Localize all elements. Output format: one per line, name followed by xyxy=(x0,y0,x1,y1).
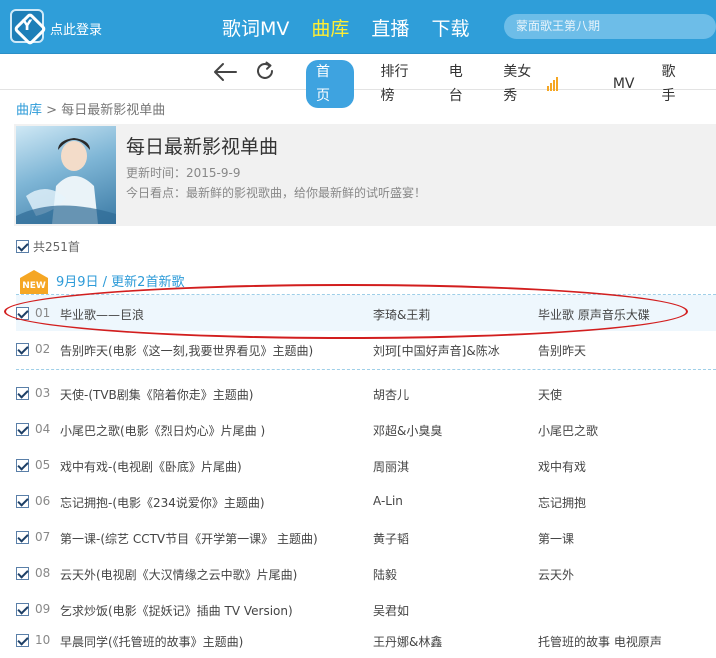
group-heading: 9月9日 / 更新2首新歌 xyxy=(56,275,185,290)
song-artist[interactable]: 周丽淇 xyxy=(373,458,409,475)
nav-download[interactable]: 下载 xyxy=(431,14,469,41)
row-checkbox[interactable] xyxy=(16,530,29,544)
login-link[interactable]: 点此登录 xyxy=(50,19,102,38)
row-checkbox[interactable] xyxy=(16,494,29,508)
nav-library[interactable]: 曲库 xyxy=(311,14,349,41)
select-all-checkbox[interactable] xyxy=(16,240,29,253)
song-artist[interactable]: 吴君如 xyxy=(373,602,409,619)
table-row[interactable]: 01 毕业歌——巨浪 李琦&王莉 毕业歌 原声音乐大碟 xyxy=(16,295,716,331)
row-checkbox[interactable] xyxy=(16,386,29,400)
row-checkbox[interactable] xyxy=(16,422,29,436)
tab-charts[interactable]: 排行榜 xyxy=(381,60,422,108)
sub-nav: 首页 排行榜 电台 美女秀 MV 歌手 xyxy=(0,54,716,108)
divider xyxy=(16,369,716,370)
song-album[interactable]: 托管班的故事 电视原声 xyxy=(538,633,662,650)
table-row[interactable]: 06 忘记拥抱-(电影《234说爱你》主题曲) A-Lin 忘记拥抱 xyxy=(16,483,716,519)
song-artist[interactable]: 黄子韬 xyxy=(373,530,409,547)
song-artist[interactable]: 邓超&小臭臭 xyxy=(373,422,442,439)
song-artist[interactable]: 陆毅 xyxy=(373,566,397,583)
tab-mv[interactable]: MV xyxy=(613,60,635,108)
row-number: 04 xyxy=(35,422,51,436)
table-row[interactable]: 07 第一课-(综艺 CCTV节目《开学第一课》 主题曲) 黄子韬 第一课 xyxy=(16,519,716,555)
table-row[interactable]: 08 云天外(电视剧《大汉情缘之云中歌》片尾曲) 陆毅 云天外 xyxy=(16,555,716,591)
playlist-description: 今日看点：最新鲜的影视歌曲，给你最新鲜的试听盛宴！ xyxy=(126,186,427,200)
row-number: 01 xyxy=(35,306,51,320)
song-title[interactable]: 第一课-(综艺 CCTV节目《开学第一课》 主题曲) xyxy=(60,530,318,547)
tab-home[interactable]: 首页 xyxy=(306,60,354,108)
table-row[interactable]: 04 小尾巴之歌(电影《烈日灼心》片尾曲 ) 邓超&小臭臭 小尾巴之歌 xyxy=(16,411,716,447)
tab-beauty-show[interactable]: 美女秀 xyxy=(503,60,586,108)
song-artist[interactable]: 刘珂[中国好声音]&陈冰 xyxy=(373,342,500,359)
nav-lyrics-mv[interactable]: 歌词MV xyxy=(222,14,289,41)
row-number: 02 xyxy=(35,342,51,356)
song-count: 共251首 xyxy=(33,240,80,254)
playlist-header: 每日最新影视单曲 更新时间：2015-9-9 今日看点：最新鲜的影视歌曲，给你最… xyxy=(14,124,716,226)
top-bar: 点此登录 歌词MV 曲库 直播 下载 蒙面歌王第八期 xyxy=(0,0,716,54)
song-album[interactable]: 第一课 xyxy=(538,530,574,547)
tab-beauty-show-label: 美女秀 xyxy=(503,64,532,104)
tab-singers[interactable]: 歌手 xyxy=(661,60,689,108)
row-number: 08 xyxy=(35,566,51,580)
row-number: 10 xyxy=(35,633,51,647)
song-album[interactable]: 毕业歌 原声音乐大碟 xyxy=(538,306,650,323)
song-title[interactable]: 天使-(TVB剧集《陪着你走》主题曲) xyxy=(60,386,253,403)
row-number: 03 xyxy=(35,386,51,400)
row-checkbox[interactable] xyxy=(16,566,29,580)
table-row[interactable]: 03 天使-(TVB剧集《陪着你走》主题曲) 胡杏儿 天使 xyxy=(16,375,716,411)
song-artist[interactable]: 李琦&王莉 xyxy=(373,306,430,323)
song-artist[interactable]: 胡杏儿 xyxy=(373,386,409,403)
sub-tabs: 首页 排行榜 电台 美女秀 MV 歌手 xyxy=(306,60,716,108)
page-title: 每日最新影视单曲 xyxy=(126,136,279,158)
song-title[interactable]: 小尾巴之歌(电影《烈日灼心》片尾曲 ) xyxy=(60,422,265,439)
back-arrow-icon[interactable] xyxy=(212,62,238,82)
row-number: 07 xyxy=(35,530,51,544)
song-album[interactable]: 告别昨天 xyxy=(538,342,586,359)
song-title[interactable]: 早晨同学(《托管班的故事》主题曲) xyxy=(60,633,243,650)
song-title[interactable]: 忘记拥抱-(电影《234说爱你》主题曲) xyxy=(60,494,265,511)
table-row[interactable]: 05 戏中有戏-(电视剧《卧底》片尾曲) 周丽淇 戏中有戏 xyxy=(16,447,716,483)
tab-radio[interactable]: 电台 xyxy=(449,60,477,108)
row-checkbox[interactable] xyxy=(16,342,29,356)
cover-illustration-icon xyxy=(16,138,116,224)
row-checkbox[interactable] xyxy=(16,306,29,320)
row-checkbox[interactable] xyxy=(16,458,29,472)
select-all-row: 共251首 xyxy=(16,238,80,255)
song-artist[interactable]: A-Lin xyxy=(373,494,403,508)
song-album[interactable]: 小尾巴之歌 xyxy=(538,422,598,439)
breadcrumb-separator: > xyxy=(46,103,58,118)
row-number: 09 xyxy=(35,602,51,616)
song-title[interactable]: 毕业歌——巨浪 xyxy=(60,306,144,323)
search-input[interactable]: 蒙面歌王第八期 xyxy=(504,14,716,39)
row-checkbox[interactable] xyxy=(16,633,29,647)
song-album[interactable]: 云天外 xyxy=(538,566,574,583)
cover-image xyxy=(16,126,116,224)
breadcrumb-root[interactable]: 曲库 xyxy=(16,103,42,118)
breadcrumb: 曲库 > 每日最新影视单曲 xyxy=(16,99,165,118)
app-logo-icon xyxy=(10,9,44,43)
table-row[interactable]: 10 早晨同学(《托管班的故事》主题曲) 王丹娜&林鑫 托管班的故事 电视原声 xyxy=(16,622,716,658)
song-title[interactable]: 云天外(电视剧《大汉情缘之云中歌》片尾曲) xyxy=(60,566,297,583)
row-number: 06 xyxy=(35,494,51,508)
song-album[interactable]: 戏中有戏 xyxy=(538,458,586,475)
song-artist[interactable]: 王丹娜&林鑫 xyxy=(373,633,442,650)
update-time: 更新时间：2015-9-9 xyxy=(126,166,241,180)
main-nav: 歌词MV 曲库 直播 下载 xyxy=(222,14,491,41)
song-album[interactable]: 天使 xyxy=(538,386,562,403)
nav-live[interactable]: 直播 xyxy=(371,14,409,41)
table-row[interactable]: 02 告别昨天(电影《这一刻,我要世界看见》主题曲) 刘珂[中国好声音]&陈冰 … xyxy=(16,331,716,367)
song-album[interactable]: 忘记拥抱 xyxy=(538,494,586,511)
row-number: 05 xyxy=(35,458,51,472)
signal-bars-icon xyxy=(547,77,559,91)
breadcrumb-current: 每日最新影视单曲 xyxy=(61,103,166,118)
song-title[interactable]: 乞求炒饭(电影《捉妖记》插曲 TV Version) xyxy=(60,602,293,619)
new-badge-icon: NEW xyxy=(20,270,48,294)
song-title[interactable]: 戏中有戏-(电视剧《卧底》片尾曲) xyxy=(60,458,242,475)
song-title[interactable]: 告别昨天(电影《这一刻,我要世界看见》主题曲) xyxy=(60,342,313,359)
new-badge-text: NEW xyxy=(22,281,46,291)
refresh-icon[interactable] xyxy=(254,60,276,82)
row-checkbox[interactable] xyxy=(16,602,29,616)
